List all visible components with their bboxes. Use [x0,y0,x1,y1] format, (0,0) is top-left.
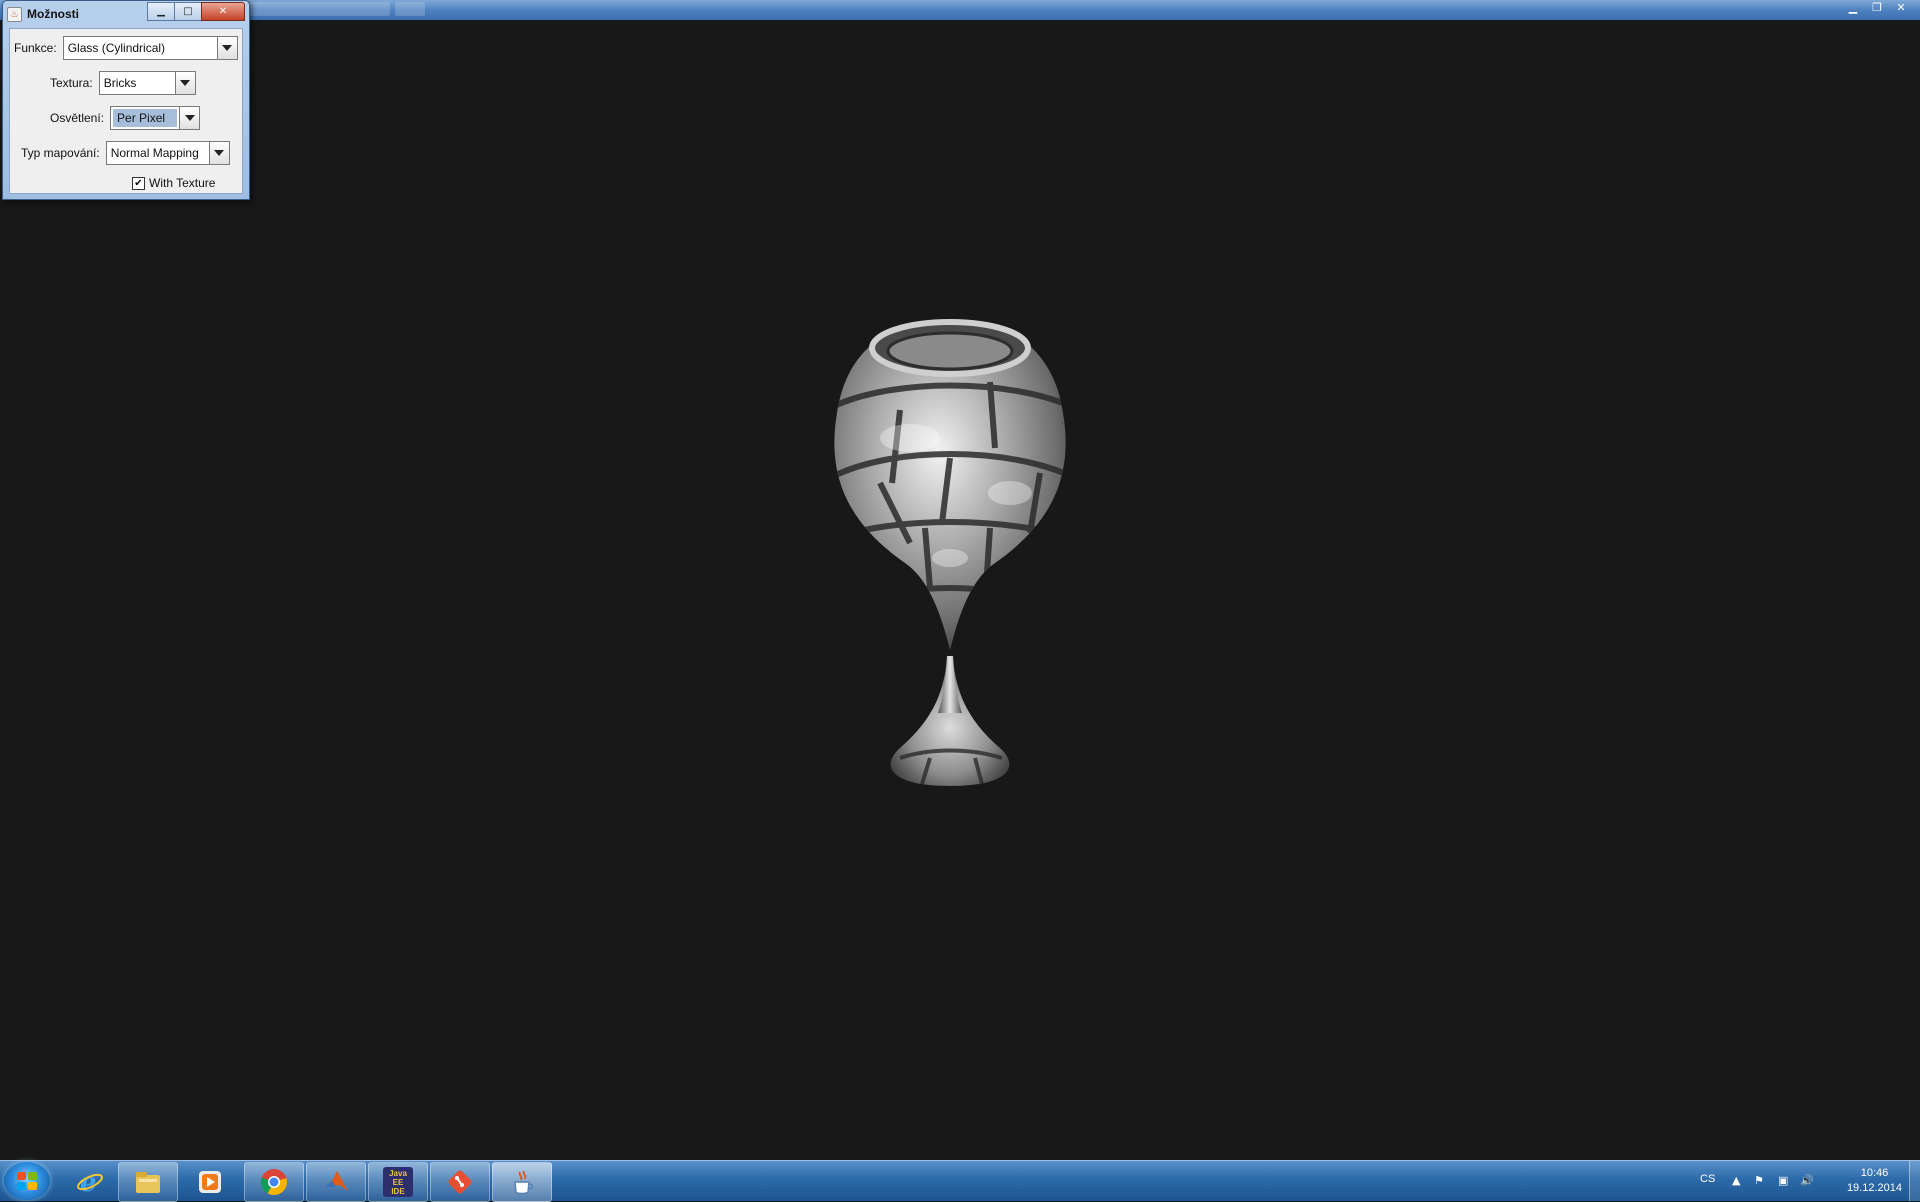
function-combobox[interactable]: Glass (Cylindrical) [62,36,238,60]
clock-time: 10:46 [1860,1167,1889,1179]
java-ee-ide-icon: Java EE IDE [383,1167,413,1197]
with-texture-label[interactable]: With Texture [149,176,215,190]
chevron-down-icon[interactable] [179,107,200,129]
titlebar-ghost-text [395,2,425,16]
texture-row: Textura: Bricks [50,71,196,95]
dialog-maximize-button[interactable]: □ [174,2,202,21]
glass-object-render [834,319,1066,786]
function-value: Glass (Cylindrical) [67,41,166,55]
main-minimize-button[interactable]: ▁ [1842,0,1864,16]
clock[interactable]: 10:46 19.12.2014 [1847,1166,1902,1196]
mapping-row: Typ mapování: Normal Mapping [21,141,230,165]
lighting-combobox[interactable]: Per Pixel [110,106,201,130]
java-app-icon [508,1168,536,1196]
media-player-icon [196,1168,224,1196]
action-center-flag-icon[interactable]: ⚑ [1754,1174,1764,1187]
git-icon [446,1168,474,1196]
taskbar-file-explorer[interactable] [118,1162,178,1202]
main-maximize-button[interactable]: ❐ [1866,0,1888,16]
main-window-titlebar[interactable]: ▁ ❐ ✕ [0,0,1920,20]
taskbar: e Java EE IDE CS ▲ ⚑ ▣ 🔊 10:46 19.12.201… [0,1160,1920,1202]
texture-value: Bricks [103,76,137,90]
mapping-label: Typ mapování: [21,146,100,160]
taskbar-chrome[interactable] [244,1162,304,1202]
dialog-title: Možnosti [27,7,79,21]
taskbar-java-app[interactable] [492,1162,552,1202]
lighting-row: Osvětlení: Per Pixel [50,106,201,130]
texture-label: Textura: [50,76,93,90]
texture-combobox[interactable]: Bricks [98,71,196,95]
taskbar-media-player[interactable] [180,1162,240,1202]
mapping-value: Normal Mapping [110,146,199,160]
lighting-label: Osvětlení: [50,111,105,125]
matlab-icon [322,1168,350,1196]
dialog-content: Funkce: Glass (Cylindrical) Textura: Bri… [9,28,243,194]
main-close-button[interactable]: ✕ [1890,0,1912,16]
with-texture-checkbox-row[interactable]: ✔ With Texture [132,176,215,190]
internet-explorer-icon: e [76,1168,104,1196]
taskbar-internet-explorer[interactable]: e [60,1162,120,1202]
file-explorer-icon [134,1168,162,1196]
lighting-value: Per Pixel [113,109,178,127]
chevron-down-icon[interactable] [208,142,229,164]
clock-date: 19.12.2014 [1846,1182,1902,1194]
chevron-down-icon[interactable] [174,72,195,94]
titlebar-ghost-text [250,2,390,16]
java-icon: ♨ [7,6,22,22]
main-window-controls: ▁ ❐ ✕ [1842,0,1912,16]
system-tray: CS ▲ ⚑ ▣ 🔊 10:46 19.12.2014 [1700,1161,1920,1201]
dialog-close-button[interactable]: ✕ [201,2,245,21]
function-row: Funkce: Glass (Cylindrical) [14,36,238,60]
java-ee-ide-label: Java EE IDE [389,1168,407,1196]
chrome-icon [260,1168,288,1196]
show-desktop-button[interactable] [1909,1161,1920,1201]
mapping-combobox[interactable]: Normal Mapping [105,141,230,165]
show-hidden-icons-icon[interactable]: ▲ [1732,1174,1740,1187]
volume-icon[interactable]: 🔊 [1800,1174,1814,1187]
dialog-minimize-button[interactable]: ▁ [147,2,175,21]
taskbar-java-ee-ide[interactable]: Java EE IDE [368,1162,428,1202]
dialog-window-controls: ▁ □ ✕ [147,2,245,21]
taskbar-matlab[interactable] [306,1162,366,1202]
windows-logo-icon [17,1172,37,1190]
start-button[interactable] [4,1162,50,1200]
function-label: Funkce: [14,41,57,55]
with-texture-checkbox[interactable]: ✔ [132,176,145,190]
language-indicator[interactable]: CS [1700,1173,1715,1185]
svg-text:e: e [80,1168,97,1196]
options-dialog[interactable]: ♨ Možnosti ▁ □ ✕ Funkce: Glass (Cylindri… [2,0,250,200]
network-icon[interactable]: ▣ [1778,1174,1788,1187]
taskbar-git[interactable] [430,1162,490,1202]
chevron-down-icon[interactable] [216,37,237,59]
